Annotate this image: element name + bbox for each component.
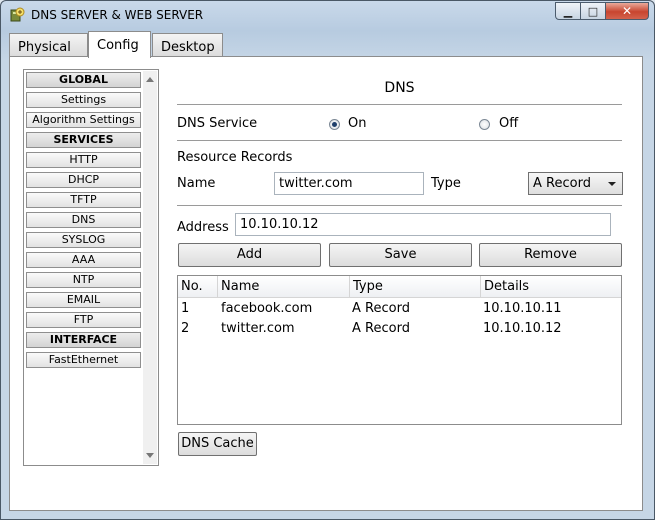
dns-service-off-label[interactable]: Off: [499, 116, 518, 131]
window-controls: ▁ □ ✕: [555, 2, 649, 20]
title-bar[interactable]: DNS SERVER & WEB SERVER ▁ □ ✕: [1, 1, 654, 29]
divider: [177, 104, 622, 106]
records-table: No. Name Type Details 1 facebook.com A R…: [177, 275, 622, 425]
server-app-icon: [9, 7, 25, 23]
sidebar-item-settings[interactable]: Settings: [26, 92, 141, 108]
scroll-up-icon[interactable]: [146, 77, 154, 82]
sidebar-item-tftp[interactable]: TFTP: [26, 192, 141, 208]
sidebar-item-http[interactable]: HTTP: [26, 152, 141, 168]
tab-desktop[interactable]: Desktop: [152, 33, 223, 56]
minimize-button[interactable]: ▁: [555, 2, 581, 20]
row-no: 2: [181, 321, 190, 336]
dns-service-on-label[interactable]: On: [348, 116, 366, 131]
column-header-no[interactable]: No.: [178, 276, 218, 297]
type-label: Type: [431, 176, 461, 191]
row-type: A Record: [352, 301, 410, 316]
table-row[interactable]: 1 facebook.com A Record 10.10.10.11: [178, 299, 621, 319]
divider: [177, 205, 622, 207]
sidebar-item-aaa[interactable]: AAA: [26, 252, 141, 268]
app-window: DNS SERVER & WEB SERVER ▁ □ ✕ Physical C…: [0, 0, 655, 520]
row-type: A Record: [352, 321, 410, 336]
minimize-icon: ▁: [563, 4, 573, 18]
name-label: Name: [177, 176, 216, 191]
sidebar-item-ftp[interactable]: FTP: [26, 312, 141, 328]
address-input[interactable]: 10.10.10.12: [235, 213, 611, 236]
config-panel: GLOBAL Settings Algorithm Settings SERVI…: [9, 56, 643, 511]
row-name: facebook.com: [221, 301, 313, 316]
page-title: DNS: [384, 80, 415, 96]
save-button[interactable]: Save: [329, 243, 472, 267]
sidebar-header-global: GLOBAL: [26, 72, 141, 88]
records-table-header: No. Name Type Details: [178, 276, 621, 298]
sidebar-header-services: SERVICES: [26, 132, 141, 148]
dns-settings: DNS DNS Service On Off Resource Records …: [177, 57, 623, 510]
type-select[interactable]: A Record: [528, 172, 623, 195]
sidebar-item-ntp[interactable]: NTP: [26, 272, 141, 288]
sidebar-scrollbar[interactable]: [143, 71, 157, 464]
tab-config[interactable]: Config: [88, 31, 151, 58]
row-name: twitter.com: [221, 321, 295, 336]
dns-service-off-radio[interactable]: [479, 119, 490, 130]
row-no: 1: [181, 301, 190, 316]
remove-button[interactable]: Remove: [479, 243, 622, 267]
sidebar-item-syslog[interactable]: SYSLOG: [26, 232, 141, 248]
column-header-details[interactable]: Details: [481, 276, 621, 297]
resource-records-label: Resource Records: [177, 150, 293, 165]
sidebar-item-algorithm-settings[interactable]: Algorithm Settings: [26, 112, 141, 128]
sidebar-item-dhcp[interactable]: DHCP: [26, 172, 141, 188]
chevron-down-icon: [608, 182, 616, 186]
sidebar-header-interface: INTERFACE: [26, 332, 141, 348]
window-title: DNS SERVER & WEB SERVER: [31, 8, 204, 22]
dns-service-on-radio[interactable]: [329, 119, 340, 130]
dns-service-label: DNS Service: [177, 116, 258, 131]
column-header-name[interactable]: Name: [218, 276, 350, 297]
divider: [177, 140, 622, 142]
row-details: 10.10.10.11: [483, 301, 562, 316]
dns-cache-button[interactable]: DNS Cache: [178, 432, 257, 456]
close-icon: ✕: [621, 4, 633, 18]
scroll-down-icon[interactable]: [146, 453, 154, 458]
sidebar-item-dns[interactable]: DNS: [26, 212, 141, 228]
maximize-button[interactable]: □: [580, 2, 606, 20]
name-input[interactable]: twitter.com: [274, 172, 424, 195]
config-sidebar: GLOBAL Settings Algorithm Settings SERVI…: [23, 69, 159, 466]
add-button[interactable]: Add: [178, 243, 321, 267]
address-label: Address: [177, 220, 229, 235]
tab-physical[interactable]: Physical: [9, 33, 88, 56]
maximize-icon: □: [587, 4, 599, 18]
sidebar-item-email[interactable]: EMAIL: [26, 292, 141, 308]
column-header-type[interactable]: Type: [350, 276, 481, 297]
table-row[interactable]: 2 twitter.com A Record 10.10.10.12: [178, 319, 621, 339]
row-details: 10.10.10.12: [483, 321, 562, 336]
sidebar-item-fastethernet[interactable]: FastEthernet: [26, 352, 141, 368]
close-button[interactable]: ✕: [605, 2, 649, 20]
type-select-value: A Record: [533, 176, 591, 191]
